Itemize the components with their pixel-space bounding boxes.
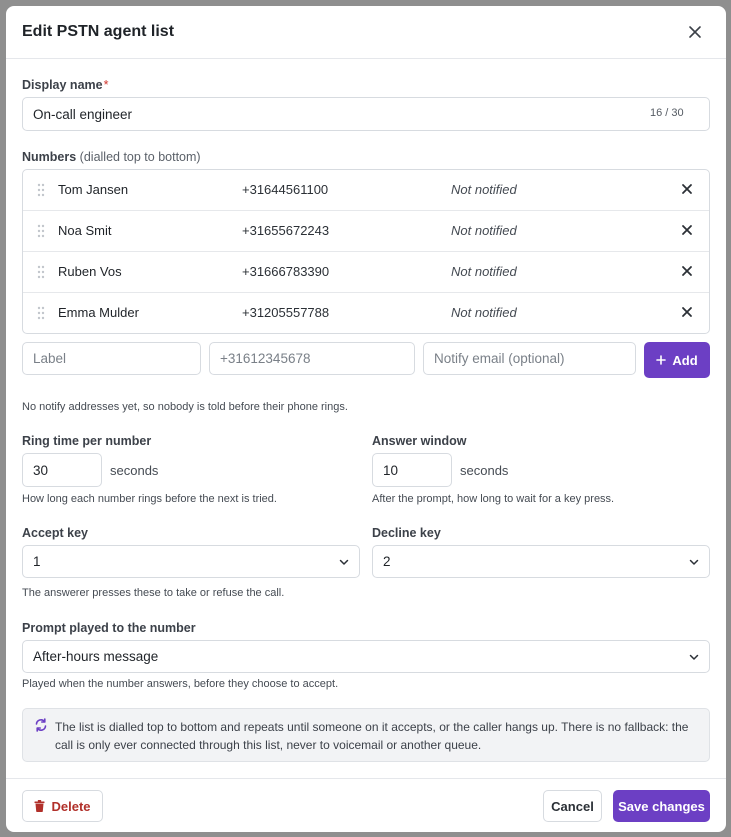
- row-status: Not notified: [451, 305, 517, 320]
- display-name-input[interactable]: [22, 97, 710, 131]
- row-name: Emma Mulder: [58, 305, 139, 320]
- drag-handle-icon[interactable]: [36, 306, 46, 320]
- drag-handle-icon[interactable]: [36, 224, 46, 238]
- row-number: +31644561100: [242, 182, 329, 197]
- notify-note: No notify addresses yet, so nobody is to…: [22, 401, 348, 413]
- close-icon[interactable]: [686, 23, 704, 41]
- accept-key-select[interactable]: 1: [22, 545, 360, 578]
- info-callout: The list is dialled top to bottom and re…: [22, 708, 710, 762]
- delete-button[interactable]: Delete: [22, 790, 103, 822]
- dialog-footer: Delete Cancel Save changes: [6, 778, 726, 832]
- number-row[interactable]: Emma Mulder +31205557788 Not notified: [23, 293, 709, 333]
- delete-label: Delete: [51, 798, 91, 814]
- row-status: Not notified: [451, 182, 517, 197]
- dialog-title: Edit PSTN agent list: [22, 23, 175, 40]
- ring-time-label: Ring time per number: [22, 434, 152, 448]
- cancel-button[interactable]: Cancel: [543, 790, 602, 822]
- required-mark: *: [103, 78, 109, 92]
- save-changes-button[interactable]: Save changes: [613, 790, 710, 822]
- row-name: Noa Smit: [58, 223, 112, 238]
- number-row[interactable]: Tom Jansen +31644561100 Not notified: [23, 170, 709, 211]
- decline-key-select[interactable]: 2: [372, 545, 710, 578]
- display-name-label: Display name*: [22, 78, 108, 92]
- row-number: +31205557788: [242, 305, 330, 320]
- ring-time-help: How long each number rings before the ne…: [22, 493, 277, 505]
- ring-time-input[interactable]: [22, 453, 102, 487]
- answer-window-help: After the prompt, how long to wait for a…: [372, 493, 615, 505]
- notify-email-input[interactable]: [423, 342, 636, 375]
- trash-icon: [34, 800, 45, 812]
- chevron-down-icon: [689, 559, 699, 565]
- answer-window-unit: seconds: [460, 463, 509, 478]
- row-number: +31655672243: [242, 223, 330, 238]
- ring-time-unit: seconds: [110, 463, 159, 478]
- repeat-icon: [35, 718, 47, 732]
- add-number-button[interactable]: Add: [644, 342, 710, 378]
- decline-key-label: Decline key: [372, 526, 441, 540]
- info-text: The list is dialled top to bottom and re…: [55, 720, 689, 752]
- row-name: Ruben Vos: [58, 264, 122, 279]
- remove-icon[interactable]: [680, 182, 694, 196]
- numbers-hint: (dialled top to bottom): [79, 150, 201, 164]
- answer-window-label: Answer window: [372, 434, 467, 448]
- save-label: Save changes: [618, 798, 705, 814]
- display-name-label-text: Display name: [22, 78, 103, 92]
- drag-handle-icon[interactable]: [36, 265, 46, 279]
- display-name-counter: 16 / 30: [650, 107, 684, 119]
- chevron-down-icon: [339, 559, 349, 565]
- numbers-list: Tom Jansen +31644561100 Not notified Noa…: [22, 169, 710, 334]
- numbers-label: Numbers (dialled top to bottom): [22, 150, 201, 164]
- row-number: +31666783390: [242, 264, 330, 279]
- number-row[interactable]: Noa Smit +31655672243 Not notified: [23, 211, 709, 252]
- prompt-label: Prompt played to the number: [22, 621, 196, 635]
- accept-key-label: Accept key: [22, 526, 89, 540]
- new-label-input[interactable]: [22, 342, 201, 375]
- chevron-down-icon: [689, 654, 699, 660]
- new-number-input[interactable]: [209, 342, 415, 375]
- row-status: Not notified: [451, 264, 517, 279]
- drag-handle-icon[interactable]: [36, 183, 46, 197]
- remove-icon[interactable]: [680, 264, 694, 278]
- remove-icon[interactable]: [680, 223, 694, 237]
- remove-icon[interactable]: [680, 305, 694, 319]
- number-row[interactable]: Ruben Vos +31666783390 Not notified: [23, 252, 709, 293]
- add-button-label: Add: [672, 352, 698, 368]
- answer-window-input[interactable]: [372, 453, 452, 487]
- accept-key-value: 1: [33, 554, 41, 569]
- cancel-label: Cancel: [551, 798, 594, 814]
- row-name: Tom Jansen: [58, 182, 129, 197]
- row-status: Not notified: [451, 223, 517, 238]
- prompt-select[interactable]: After-hours message: [22, 640, 710, 673]
- keys-help: The answerer presses these to take or re…: [22, 587, 285, 599]
- dialog-header: Edit PSTN agent list: [6, 6, 726, 59]
- numbers-label-text: Numbers: [22, 150, 77, 164]
- prompt-help: Played when the number answers, before t…: [22, 678, 339, 690]
- edit-agent-list-dialog: Edit PSTN agent list Display name* 16 / …: [6, 6, 726, 832]
- prompt-value: After-hours message: [33, 649, 159, 664]
- decline-key-value: 2: [383, 554, 391, 569]
- plus-icon: [656, 355, 667, 365]
